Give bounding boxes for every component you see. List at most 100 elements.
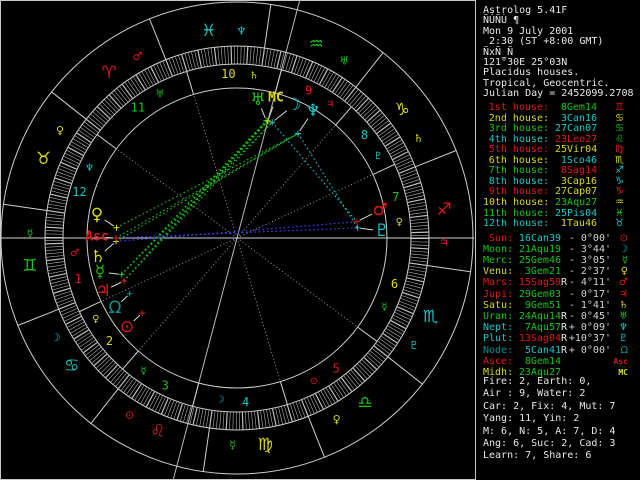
degree-tick [382, 333, 398, 344]
degree-tick [171, 57, 179, 74]
house-divider-12 [96, 134, 117, 150]
degree-tick [58, 168, 75, 176]
degree-tick [162, 61, 170, 78]
house-label: 2nd house: [488, 112, 549, 124]
planet-symbol-icon: ☿ [621, 254, 628, 266]
degree-tick [199, 409, 204, 426]
degree-tick [312, 395, 321, 411]
planet-label: Jupi: [483, 288, 514, 300]
degree-tick [149, 393, 158, 409]
house-value: 1Sco46 [554, 154, 597, 166]
degree-tick [123, 378, 135, 393]
house-number-7: 7 [392, 190, 399, 204]
wheel-label-asc: Asc [85, 230, 108, 245]
degree-tick [49, 200, 66, 205]
degree-tick [229, 412, 231, 430]
degree-tick [407, 198, 425, 204]
degree-tick [263, 410, 267, 428]
house-number-8: 8 [361, 128, 368, 142]
degree-tick [408, 271, 425, 276]
degree-tick [411, 225, 429, 227]
degree-tick [217, 47, 220, 65]
aspect-trine-saturn-neptune [115, 133, 299, 242]
degree-tick [256, 411, 261, 429]
planet-row-jupi: Jupi: 29Gem03 - 0°17' ♃ [483, 288, 635, 300]
degree-tick [73, 138, 88, 148]
degree-tick [62, 310, 79, 319]
planet-label: Moon: [483, 243, 514, 255]
sign-ruler-taurus-icon: ♀ [56, 124, 64, 137]
degree-tick [410, 259, 428, 263]
degree-tick [206, 410, 210, 428]
degree-tick [46, 223, 63, 226]
house-number-1: 1 [75, 272, 82, 286]
degree-tick [407, 274, 425, 279]
degree-tick [208, 410, 213, 428]
degree-tick [56, 296, 73, 304]
degree-tick [315, 393, 324, 410]
house-sign-icon: ♓ [615, 207, 624, 219]
house-ruler-11-icon: ♅ [156, 89, 165, 100]
house-sign-icon: ♑ [615, 186, 624, 198]
house-sign-icon: ♋ [615, 112, 624, 124]
sign-divider [17, 308, 59, 326]
degree-tick [155, 395, 163, 412]
degree-tick [140, 388, 150, 404]
degree-tick [130, 78, 141, 94]
house-sign-icon: ♒ [615, 196, 624, 208]
degree-tick [309, 396, 318, 413]
degree-tick [409, 208, 427, 212]
degree-tick [196, 408, 201, 426]
house-number-4: 4 [242, 395, 249, 409]
wheel-planet-pluto-icon: ♇ [374, 221, 389, 241]
sign-ruler-libra-icon: ♀ [333, 413, 341, 426]
house-sign-icon: ♌ [615, 133, 624, 145]
planet-value: 21Aqu19 [518, 243, 561, 255]
degree-tick [131, 383, 142, 399]
degree-tick [385, 136, 401, 147]
degree-tick [80, 127, 95, 138]
house-ruler-7-icon: ♀ [396, 217, 403, 228]
house-row-4: 4th house: 23Leo27 ♌ [483, 133, 633, 145]
degree-tick [411, 247, 429, 250]
degree-tick [243, 46, 245, 64]
house-value: 27Can07 [549, 123, 598, 135]
degree-tick [168, 58, 176, 75]
degree-tick [158, 397, 166, 413]
sign-glyph-virgo-icon: ♍ [258, 435, 273, 455]
sign-divider [387, 356, 423, 385]
degree-tick [398, 303, 415, 311]
planet-delta: - 0°45' [568, 310, 611, 322]
degree-tick [308, 63, 316, 79]
house-row-7: 7th house: 8Sag14 ♐ [483, 166, 633, 176]
degree-tick [266, 409, 270, 427]
degree-tick [260, 410, 264, 428]
degree-tick [392, 151, 409, 160]
wheel-planet-neptune-icon: ♆ [305, 101, 320, 121]
sign-ruler-scorpio-icon: ♇ [409, 339, 419, 352]
degree-tick [411, 228, 429, 230]
degree-tick [276, 51, 282, 69]
house-ruler-9-icon: ♃ [326, 99, 335, 110]
house-cusp-line-6 [236, 237, 358, 328]
planet-value: 3Gem21 [524, 266, 561, 278]
degree-tick [70, 324, 86, 334]
degree-tick [48, 203, 66, 208]
degree-tick [395, 157, 412, 166]
planet-row-node: Node: 5Can41R + 0°00' Ω [483, 345, 635, 356]
degree-tick [387, 325, 403, 335]
degree-tick [278, 407, 283, 425]
degree-tick [313, 66, 322, 82]
tally-line-6: Learn: 7, Share: 6 [483, 450, 592, 462]
degree-tick [411, 231, 429, 234]
degree-tick [194, 51, 199, 68]
house-divider-4 [192, 382, 200, 407]
house-ruler-4-icon: ☽ [216, 395, 225, 406]
sign-ruler-virgo-icon: ☿ [229, 438, 236, 451]
degree-tick [66, 150, 82, 159]
degree-tick [264, 48, 268, 66]
degree-tick [318, 392, 327, 408]
degree-tick [48, 267, 66, 271]
degree-tick [307, 397, 315, 414]
degree-tick [258, 47, 262, 65]
